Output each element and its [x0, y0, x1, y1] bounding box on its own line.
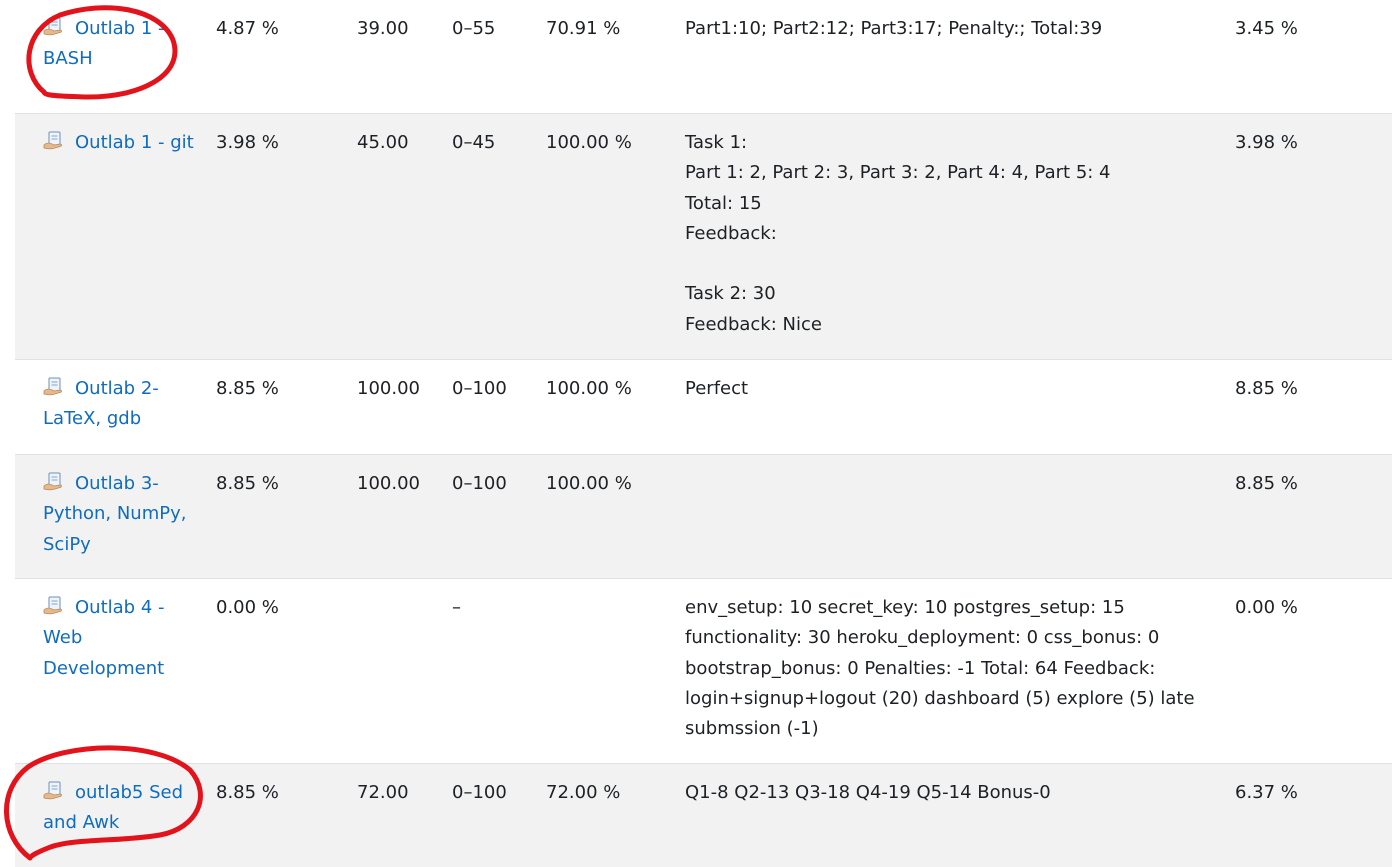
feedback-line: Part1:10; Part2:12; Part3:17; Penalty:; … [685, 18, 1103, 39]
feedback-line: Feedback: [685, 222, 777, 244]
grade-item-cell: Outlab 1 - git [43, 128, 203, 158]
feedback-line [685, 249, 1205, 279]
weight-cell: 0.00 % [216, 597, 279, 618]
assignment-icon [43, 596, 65, 616]
range-cell: 0–100 [452, 782, 507, 803]
contribution-cell: 3.98 % [1235, 132, 1298, 153]
grade-item-cell: Outlab 1 - BASH [43, 14, 203, 75]
feedback-line: env_setup: 10 secret_key: 10 postgres_se… [685, 597, 1195, 740]
grade-item-link[interactable]: Outlab 1 - git [75, 132, 194, 153]
contribution-cell: 8.85 % [1235, 378, 1298, 399]
feedback-cell: Perfect [685, 374, 1205, 404]
table-row: Outlab 2- LaTeX, gdb 8.85 % 100.00 0–100… [15, 359, 1392, 454]
feedback-cell: Task 1: Part 1: 2, Part 2: 3, Part 3: 2,… [685, 128, 1205, 340]
feedback-line: Perfect [685, 378, 749, 399]
weight-cell: 4.87 % [216, 18, 279, 39]
grade-item-cell: Outlab 3- Python, NumPy, SciPy [43, 469, 203, 560]
contribution-cell: 6.37 % [1235, 782, 1298, 803]
feedback-cell: Q1-8 Q2-13 Q3-18 Q4-19 Q5-14 Bonus-0 [685, 778, 1205, 808]
range-cell: 0–45 [452, 132, 496, 153]
grade-item-cell: Outlab 2- LaTeX, gdb [43, 374, 203, 435]
percentage-cell: 72.00 % [546, 782, 621, 803]
grade-cell: 72.00 [357, 782, 409, 803]
weight-cell: 8.85 % [216, 378, 279, 399]
contribution-cell: 8.85 % [1235, 473, 1298, 494]
feedback-line: Task 2: 30 [685, 283, 776, 305]
grades-table: Outlab 1 - BASH 4.87 % 39.00 0–55 70.91 … [15, 0, 1392, 867]
feedback-cell: env_setup: 10 secret_key: 10 postgres_se… [685, 593, 1205, 744]
feedback-line: Task 1: [685, 132, 748, 153]
assignment-icon [43, 781, 65, 801]
feedback-line: Q1-8 Q2-13 Q3-18 Q4-19 Q5-14 Bonus-0 [685, 782, 1051, 803]
range-cell: – [452, 597, 461, 618]
assignment-icon [43, 472, 65, 492]
assignment-icon [43, 17, 65, 37]
table-row: Outlab 1 - git 3.98 % 45.00 0–45 100.00 … [15, 113, 1392, 359]
grade-cell: 45.00 [357, 132, 409, 153]
table-row: outlab5 Sed and Awk 8.85 % 72.00 0–100 7… [15, 763, 1392, 867]
weight-cell: 8.85 % [216, 473, 279, 494]
grade-cell: 39.00 [357, 18, 409, 39]
contribution-cell: 3.45 % [1235, 18, 1298, 39]
percentage-cell: 100.00 % [546, 132, 632, 153]
feedback-line: Total: 15 [685, 192, 762, 214]
range-cell: 0–100 [452, 378, 507, 399]
percentage-cell: 100.00 % [546, 473, 632, 494]
table-row: Outlab 1 - BASH 4.87 % 39.00 0–55 70.91 … [15, 0, 1392, 113]
feedback-cell: Part1:10; Part2:12; Part3:17; Penalty:; … [685, 14, 1205, 44]
table-row: Outlab 3- Python, NumPy, SciPy 8.85 % 10… [15, 454, 1392, 578]
range-cell: 0–100 [452, 473, 507, 494]
assignment-icon [43, 131, 65, 151]
range-cell: 0–55 [452, 18, 496, 39]
weight-cell: 8.85 % [216, 782, 279, 803]
feedback-line: Feedback: Nice [685, 313, 822, 335]
grade-cell: 100.00 [357, 378, 420, 399]
grade-item-cell: outlab5 Sed and Awk [43, 778, 203, 839]
grade-item-cell: Outlab 4 - Web Development [43, 593, 203, 684]
percentage-cell: 100.00 % [546, 378, 632, 399]
contribution-cell: 0.00 % [1235, 597, 1298, 618]
percentage-cell: 70.91 % [546, 18, 621, 39]
grade-cell: 100.00 [357, 473, 420, 494]
feedback-line: Part 1: 2, Part 2: 3, Part 3: 2, Part 4:… [685, 162, 1111, 184]
table-row: Outlab 4 - Web Development 0.00 % – env_… [15, 578, 1392, 763]
weight-cell: 3.98 % [216, 132, 279, 153]
assignment-icon [43, 377, 65, 397]
